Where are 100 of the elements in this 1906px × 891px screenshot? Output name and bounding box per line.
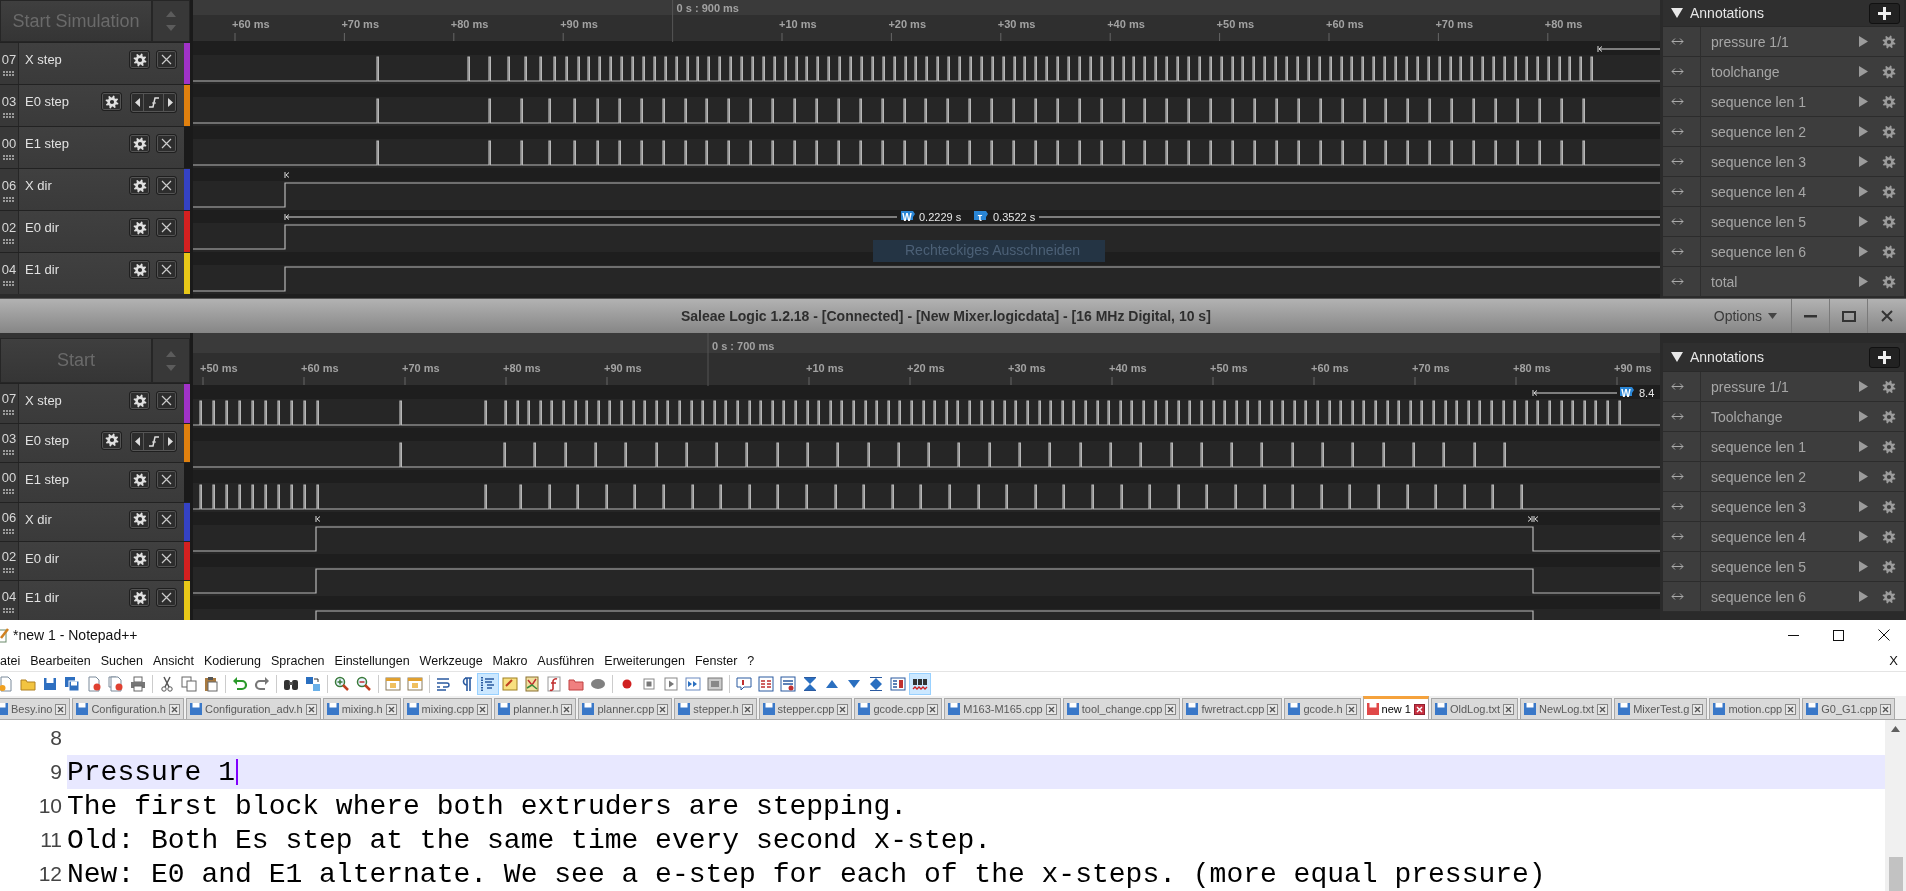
- play-icon[interactable]: [1859, 501, 1868, 512]
- grip-icon[interactable]: [3, 489, 15, 495]
- annotation-settings-icon[interactable]: [1882, 409, 1896, 424]
- annotation-settings-icon[interactable]: [1882, 469, 1896, 484]
- file-tab[interactable]: fwretract.cpp: [1182, 698, 1283, 719]
- grip-icon[interactable]: [3, 280, 15, 286]
- annotation-row[interactable]: sequence len 4: [1663, 177, 1904, 207]
- menu-item[interactable]: atei: [0, 653, 26, 668]
- annotation-settings-icon[interactable]: [1882, 94, 1896, 109]
- play-icon[interactable]: [1859, 96, 1868, 107]
- file-tab[interactable]: M163-M165.cpp: [944, 698, 1061, 719]
- annotation-row[interactable]: sequence len 3: [1663, 147, 1904, 177]
- file-tab[interactable]: MixerTest.g: [1614, 698, 1708, 719]
- remove-button[interactable]: [156, 218, 177, 237]
- play-icon[interactable]: [1859, 411, 1868, 422]
- file-tab[interactable]: new 1: [1362, 696, 1429, 719]
- annotation-row[interactable]: sequence len 6: [1663, 237, 1904, 267]
- file-tab[interactable]: Configuration.h: [72, 698, 184, 719]
- annotation-row[interactable]: sequence len 2: [1663, 117, 1904, 147]
- play-icon[interactable]: [1859, 66, 1868, 77]
- file-tab[interactable]: stepper.h: [674, 698, 757, 719]
- annotation-row[interactable]: sequence len 5: [1663, 207, 1904, 237]
- settings-button[interactable]: [129, 50, 150, 69]
- play-icon[interactable]: [1859, 591, 1868, 602]
- close-icon[interactable]: [1597, 703, 1609, 715]
- annotation-settings-icon[interactable]: [1882, 274, 1896, 289]
- annotation-settings-icon[interactable]: [1882, 64, 1896, 79]
- file-tab[interactable]: mixing.cpp: [402, 698, 493, 719]
- scroll-up-icon[interactable]: [1891, 726, 1900, 732]
- file-tab[interactable]: Configuration_adv.h: [186, 698, 321, 719]
- annotation-row[interactable]: toolchange: [1663, 57, 1904, 87]
- menu-item[interactable]: Werkzeuge: [414, 653, 488, 668]
- grip-icon[interactable]: [3, 238, 15, 244]
- annotation-settings-icon[interactable]: [1882, 184, 1896, 199]
- annotation-settings-icon[interactable]: [1882, 124, 1896, 139]
- menu-item[interactable]: Bearbeiten: [25, 653, 96, 668]
- annotation-row[interactable]: sequence len 1: [1663, 87, 1904, 117]
- close-icon[interactable]: [1267, 703, 1279, 715]
- close-icon[interactable]: [1503, 703, 1515, 715]
- annotation-row[interactable]: sequence len 1: [1663, 432, 1904, 462]
- menu-item[interactable]: Kodierung: [199, 653, 267, 668]
- close-icon[interactable]: [1165, 703, 1177, 715]
- settings-button[interactable]: [129, 509, 150, 529]
- remove-button[interactable]: [156, 176, 177, 195]
- menu-item[interactable]: Ansicht: [148, 653, 200, 668]
- grip-icon[interactable]: [3, 154, 15, 160]
- play-icon[interactable]: [1859, 36, 1868, 47]
- annotation-row[interactable]: sequence len 2: [1663, 462, 1904, 492]
- annotation-row[interactable]: sequence len 3: [1663, 492, 1904, 522]
- close-icon[interactable]: [657, 703, 669, 715]
- menu-item[interactable]: Ausführen: [532, 653, 600, 668]
- annotation-row[interactable]: total: [1663, 267, 1904, 297]
- close-icon[interactable]: [1413, 703, 1425, 715]
- remove-button[interactable]: [156, 470, 177, 490]
- settings-button[interactable]: [129, 134, 150, 153]
- menu-item[interactable]: Suchen: [95, 653, 149, 668]
- edge-trigger-button[interactable]: [143, 431, 164, 451]
- settings-button[interactable]: [129, 260, 150, 279]
- close-icon[interactable]: [837, 703, 849, 715]
- grip-icon[interactable]: [3, 112, 15, 118]
- menu-item[interactable]: Einstellungen: [329, 653, 415, 668]
- remove-button[interactable]: [156, 391, 177, 411]
- grip-icon[interactable]: [3, 528, 15, 534]
- scrollbar[interactable]: [1885, 720, 1906, 891]
- annotation-settings-icon[interactable]: [1882, 559, 1896, 574]
- annotation-settings-icon[interactable]: [1882, 379, 1896, 394]
- toolbar-button[interactable]: [909, 673, 931, 695]
- file-tab[interactable]: mixing.h: [322, 698, 401, 719]
- annotation-row[interactable]: sequence len 4: [1663, 522, 1904, 552]
- close-icon[interactable]: [169, 703, 180, 715]
- annotation-row[interactable]: pressure 1/1: [1663, 27, 1904, 57]
- close-icon[interactable]: [305, 703, 317, 715]
- close-icon[interactable]: [55, 703, 67, 715]
- remove-button[interactable]: [156, 260, 177, 279]
- close-icon[interactable]: [477, 703, 489, 715]
- settings-button[interactable]: [129, 218, 150, 237]
- grip-icon[interactable]: [3, 196, 15, 202]
- close-icon[interactable]: [1345, 703, 1357, 715]
- close-icon[interactable]: [385, 703, 397, 715]
- menu-item[interactable]: Fenster: [689, 653, 743, 668]
- annotation-settings-icon[interactable]: [1882, 499, 1896, 514]
- toolbar-button[interactable]: [777, 673, 799, 695]
- file-tab[interactable]: gcode.h: [1284, 698, 1361, 719]
- scrollbar-thumb[interactable]: [1888, 857, 1903, 891]
- annotation-settings-icon[interactable]: [1882, 244, 1896, 259]
- time-ruler[interactable]: [193, 15, 1660, 41]
- annotation-row[interactable]: sequence len 6: [1663, 582, 1904, 612]
- collapse-triangle-icon[interactable]: [1671, 8, 1683, 18]
- close-icon[interactable]: [1692, 703, 1704, 715]
- close-icon[interactable]: [1045, 703, 1057, 715]
- time-ruler[interactable]: [193, 353, 1660, 385]
- annotation-settings-icon[interactable]: [1882, 154, 1896, 169]
- menu-item[interactable]: Makro: [487, 653, 533, 668]
- file-tab[interactable]: stepper.cpp: [758, 698, 853, 719]
- play-icon[interactable]: [1859, 381, 1868, 392]
- grip-icon[interactable]: [3, 449, 15, 455]
- add-button[interactable]: [1869, 2, 1900, 24]
- menu-item[interactable]: Erweiterungen: [599, 653, 690, 668]
- menu-item[interactable]: ?: [742, 653, 760, 668]
- annotation-settings-icon[interactable]: [1882, 34, 1896, 49]
